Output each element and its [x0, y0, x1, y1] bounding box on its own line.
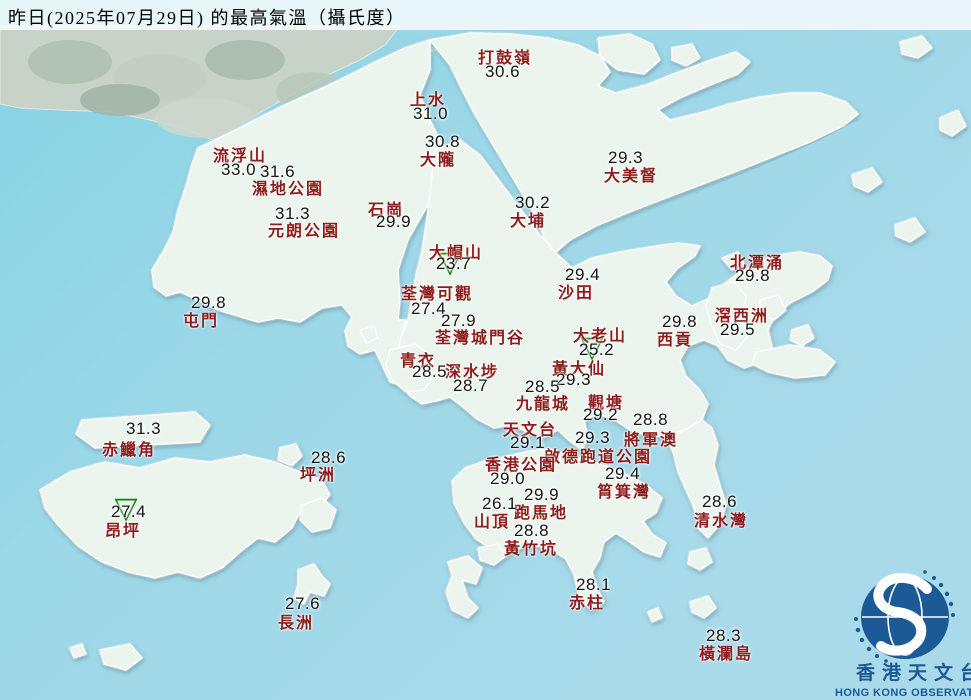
station-temperature: 28.5 [412, 362, 448, 381]
station-temperature: 29.9 [524, 485, 560, 504]
station-temperature: 29.8 [191, 293, 227, 312]
station-temperature: 27.6 [285, 594, 321, 613]
station-temperature: 29.3 [556, 370, 592, 389]
station-temperature: 29.8 [735, 266, 771, 285]
station-temperature: 26.1 [482, 494, 518, 513]
station-temperature: 27.9 [441, 311, 477, 330]
station-temperature: 28.6 [702, 492, 738, 511]
station-temperature: 23.7 [436, 254, 472, 273]
station-temperature: 29.4 [605, 464, 641, 483]
station-temperature: 28.6 [311, 448, 347, 467]
station-temperature: 30.8 [425, 132, 461, 151]
station-temperature: 28.8 [514, 521, 550, 540]
station-temperature: 29.3 [575, 428, 611, 447]
station-temperature: 29.0 [490, 469, 526, 488]
station-temperature: 29.2 [583, 405, 619, 424]
station-temperature: 29.4 [565, 265, 601, 284]
station-temperature: 29.5 [720, 320, 756, 339]
station-temperature: 28.1 [576, 575, 612, 594]
station-temperature: 28.7 [453, 376, 489, 395]
station-temperature: 31.0 [413, 104, 449, 123]
station-temperature: 29.1 [510, 433, 546, 452]
station-temperature: 33.0 [221, 160, 257, 179]
station-labels-layer: 30.6 打鼓嶺 31.0 上水 30.8 大隴 33.0 流浮山 31.6 濕地公園 31.3 元朗… [0, 0, 971, 700]
station-temperature: 28.5 [525, 377, 561, 396]
station-temperature: 31.3 [126, 419, 162, 438]
station-temperature: 27.4 [111, 502, 147, 521]
station-temperature: 29.8 [662, 312, 698, 331]
station-temperature: 31.3 [275, 204, 311, 223]
station-temperature: 30.2 [515, 193, 551, 212]
station-temperature: 29.9 [376, 212, 412, 231]
weather-map-screenshot: 香港天文台 HONG KONG OBSERVATORY 昨日(2025年07月2… [0, 0, 971, 700]
station-temperature: 28.3 [706, 626, 742, 645]
station-temperature: 29.3 [608, 148, 644, 167]
station-temperature: 25.2 [579, 340, 615, 359]
station-name: 赤鱲角 [102, 442, 157, 459]
station-temperature: 31.6 [260, 162, 296, 181]
station-temperature: 30.6 [485, 62, 521, 81]
station-temperature: 28.8 [633, 410, 669, 429]
